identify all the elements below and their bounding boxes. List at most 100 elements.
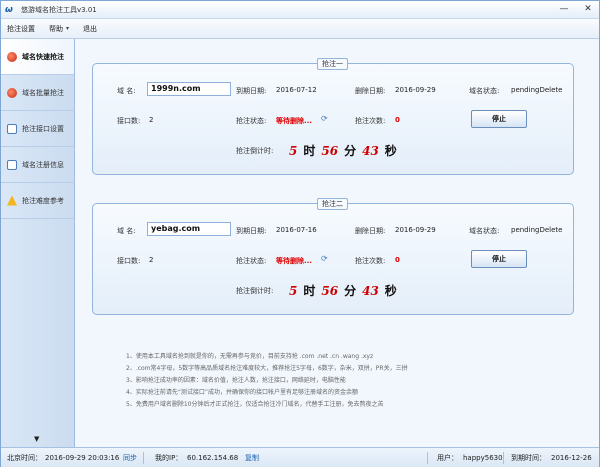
menu-help-label: 帮助	[49, 24, 63, 33]
stop-button[interactable]: 停止	[471, 250, 527, 268]
sidebar-item-label: 抢注难度参考	[22, 196, 64, 205]
divider	[427, 452, 428, 464]
countdown-label: 抢注倒计时:	[236, 147, 274, 155]
menu-help[interactable]: 帮助 ▾	[49, 24, 69, 34]
app-logo-icon: ω	[5, 4, 13, 15]
expire-time-label: 到期时间：	[511, 453, 546, 462]
attempts-label: 抢注次数:	[355, 257, 386, 265]
countdown: 5 时 56 分 43 秒	[289, 142, 397, 159]
attempts-value: 0	[395, 256, 400, 264]
grab-status-value: 等待删除...	[276, 257, 312, 265]
hours-unit: 时	[303, 284, 316, 298]
sidebar-item-label: 域名批量抢注	[22, 88, 64, 97]
expire-date-value: 2016-07-16	[276, 226, 317, 234]
ports-label: 接口数:	[117, 257, 141, 265]
grab-status-value: 等待删除...	[276, 117, 312, 125]
sync-link[interactable]: 同步	[123, 453, 137, 463]
divider	[503, 452, 504, 464]
ports-value: 2	[149, 116, 154, 124]
usage-notes: 1、使用本工具域名抢到就是你的，无需再参与竞价，目前支持抢 .com .net …	[126, 351, 566, 411]
seconds-unit: 秒	[384, 144, 397, 158]
domain-input[interactable]: yebag.com	[147, 222, 231, 236]
expire-date-label: 到期日期:	[236, 87, 267, 95]
title-bar: ω 悠游域名抢注工具v3.01 — ✕	[1, 1, 599, 19]
countdown-seconds: 43	[362, 284, 379, 298]
note-line: 4、实际抢注前请先“测试接口”成功，并确保你的接口帐户里有足够注册域名的资金余额	[126, 389, 359, 396]
note-line: 1、使用本工具域名抢到就是你的，无需再参与竞价，目前支持抢 .com .net …	[126, 353, 374, 360]
main-content: 抢注一 域 名: 1999n.com 到期日期: 2016-07-12 删除日期…	[76, 39, 599, 447]
ip-label: 我的IP：	[155, 453, 183, 462]
user-label: 用户：	[437, 453, 458, 462]
sidebar-item-label: 抢注接口设置	[22, 124, 64, 133]
note-line: 5、免费用户域名删除10分钟后才正式抢注，仅适合抢注冷门域名，代替手工注册，免去…	[126, 401, 384, 408]
sidebar-item-difficulty[interactable]: 抢注难度参考	[1, 183, 74, 219]
note-line: 2、.com常4字母，5数字等高品质域名抢注难度较大，推荐抢注5字母，6数字，杂…	[126, 365, 408, 372]
grab-status-label: 抢注状态:	[236, 257, 267, 265]
delete-date-label: 删除日期:	[355, 87, 386, 95]
refresh-icon: ⟳	[321, 254, 328, 263]
warning-icon	[7, 195, 17, 206]
document-icon	[7, 159, 17, 170]
window-controls: — ✕	[557, 3, 595, 15]
refresh-icon: ⟳	[321, 114, 328, 123]
sidebar-item-port-settings[interactable]: 抢注接口设置	[1, 111, 74, 147]
ports-label: 接口数:	[117, 117, 141, 125]
expire-date-label: 到期日期:	[236, 227, 267, 235]
note-line: 3、影响抢注成功率的因素：域名价值，抢注人数，抢注接口，网络延时，电脑性能	[126, 377, 346, 384]
countdown-minutes: 56	[321, 284, 339, 298]
grab-panel-1: 抢注一 域 名: 1999n.com 到期日期: 2016-07-12 删除日期…	[92, 58, 574, 175]
domain-label: 域 名:	[117, 227, 136, 235]
window-title: 悠游域名抢注工具v3.01	[21, 5, 97, 14]
menu-settings[interactable]: 抢注设置	[7, 24, 35, 34]
sidebar-item-domain-info[interactable]: 域名注册信息	[1, 147, 74, 183]
countdown-hours: 5	[289, 144, 298, 158]
scroll-down-arrow-icon[interactable]: ▼	[34, 435, 39, 443]
minutes-unit: 分	[344, 284, 357, 298]
domain-input[interactable]: 1999n.com	[147, 82, 231, 96]
red-ball-icon	[7, 51, 17, 62]
sidebar: 域名快速抢注 域名批量抢注 抢注接口设置 域名注册信息 抢注难度参考 ▼	[1, 39, 75, 447]
sidebar-item-batch-grab[interactable]: 域名批量抢注	[1, 75, 74, 111]
menu-exit-label: 退出	[83, 24, 98, 33]
sidebar-item-label: 域名注册信息	[22, 160, 64, 169]
menu-bar: 抢注设置 帮助 ▾ 退出	[1, 19, 599, 39]
hours-unit: 时	[303, 144, 316, 158]
sidebar-item-quick-grab[interactable]: 域名快速抢注	[1, 39, 74, 75]
menu-settings-label: 抢注设置	[7, 24, 35, 33]
app-window: ω 悠游域名抢注工具v3.01 — ✕ 抢注设置 帮助 ▾ 退出 域名快速抢注 …	[0, 0, 600, 467]
countdown-minutes: 56	[321, 144, 339, 158]
divider	[143, 452, 144, 464]
delete-date-label: 删除日期:	[355, 227, 386, 235]
copy-link[interactable]: 复制	[245, 453, 259, 463]
menu-exit[interactable]: 退出	[83, 24, 97, 34]
delete-date-value: 2016-09-29	[395, 86, 436, 94]
grab-panel-2: 抢注二 域 名: yebag.com 到期日期: 2016-07-16 删除日期…	[92, 198, 574, 315]
seconds-unit: 秒	[384, 284, 397, 298]
countdown: 5 时 56 分 43 秒	[289, 282, 397, 299]
username: happy5630	[463, 453, 503, 462]
domain-label: 域 名:	[117, 87, 136, 95]
grab-status-label: 抢注状态:	[236, 117, 267, 125]
minutes-unit: 分	[344, 144, 357, 158]
minimize-button[interactable]: —	[557, 3, 571, 15]
expire-time-value: 2016-12-26	[551, 453, 592, 462]
red-ball-icon	[7, 87, 17, 98]
stop-button[interactable]: 停止	[471, 110, 527, 128]
beijing-time: 2016-09-29 20:03:16	[45, 453, 120, 462]
close-button[interactable]: ✕	[581, 3, 595, 15]
attempts-value: 0	[395, 116, 400, 124]
expire-date-value: 2016-07-12	[276, 86, 317, 94]
panel-legend: 抢注一	[317, 58, 348, 70]
countdown-hours: 5	[289, 284, 298, 298]
domain-status-value: pendingDelete	[511, 226, 563, 234]
domain-status-label: 域名状态:	[469, 87, 500, 95]
countdown-seconds: 43	[362, 144, 379, 158]
time-label: 北京时间：	[7, 453, 42, 462]
domain-status-label: 域名状态:	[469, 227, 500, 235]
panel-legend: 抢注二	[317, 198, 348, 210]
ip-value: 60.162.154.68	[187, 453, 239, 462]
ports-value: 2	[149, 256, 154, 264]
countdown-label: 抢注倒计时:	[236, 287, 274, 295]
status-bar: 北京时间： 2016-09-29 20:03:16 同步 我的IP： 60.16…	[1, 447, 599, 467]
document-icon	[7, 123, 17, 134]
